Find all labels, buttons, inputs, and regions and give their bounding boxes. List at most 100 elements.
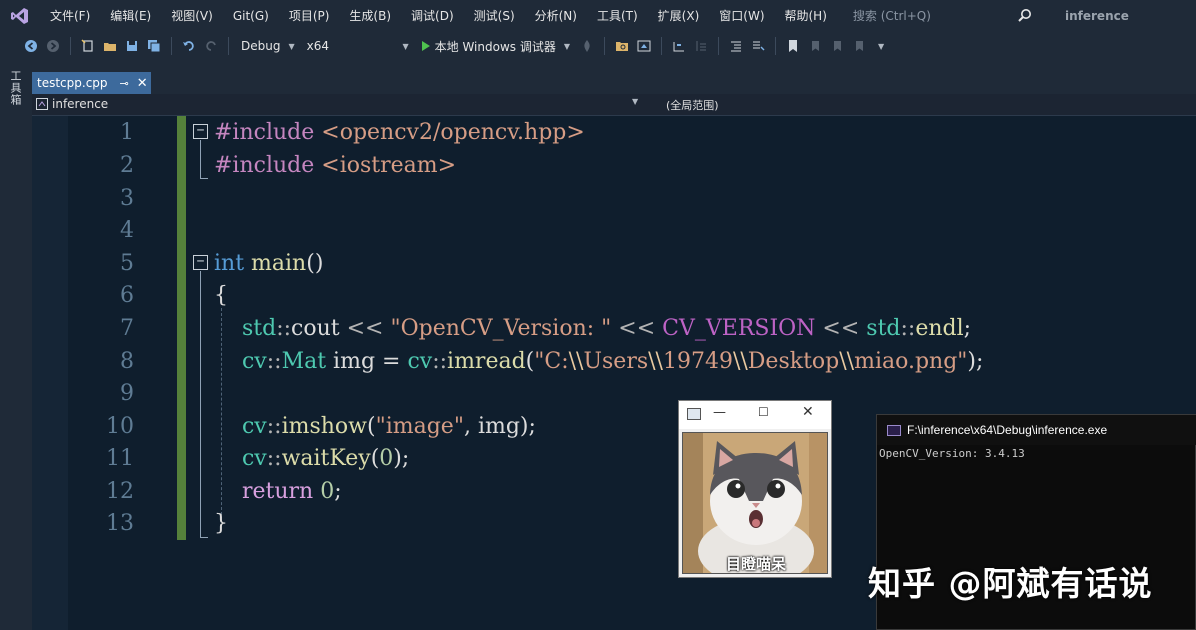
menu-build[interactable]: 生成(B): [339, 0, 401, 32]
close-icon[interactable]: ✕: [802, 404, 814, 420]
code-token: ;: [334, 479, 342, 504]
undo-icon[interactable]: [180, 37, 198, 55]
menu-extensions[interactable]: 扩展(X): [648, 0, 710, 32]
code-line-5: int main(): [214, 251, 323, 276]
menu-tools[interactable]: 工具(T): [587, 0, 648, 32]
indent-icon[interactable]: [727, 37, 745, 55]
code-token: miao.png": [854, 349, 968, 374]
toolbox-tab[interactable]: 工具箱: [9, 70, 23, 106]
code-token: Desktop: [747, 349, 840, 374]
fold-guide-line: [200, 140, 201, 178]
collapse-icon[interactable]: −: [193, 255, 208, 270]
maximize-icon[interactable]: ☐: [758, 405, 769, 419]
fold-guide-end: [200, 178, 208, 179]
save-icon[interactable]: [123, 37, 141, 55]
scope-dropdown[interactable]: (全局范围): [666, 97, 719, 113]
toolbar-overflow-icon[interactable]: ▼: [878, 42, 884, 51]
toolbar-separator: [774, 37, 776, 55]
clear-bookmarks-icon[interactable]: [850, 37, 868, 55]
menu-file[interactable]: 文件(F): [40, 0, 100, 32]
run-debugger-button[interactable]: 本地 Windows 调试器 ▼: [415, 36, 576, 56]
code-token: std: [866, 316, 901, 341]
platform-select[interactable]: x64 ▼: [301, 36, 415, 56]
image-window[interactable]: — ☐ ✕ 目瞪喵呆: [678, 400, 832, 578]
configuration-select[interactable]: Debug ▼: [235, 36, 301, 56]
next-bookmark-icon[interactable]: [828, 37, 846, 55]
code-line-12: return 0;: [214, 479, 342, 504]
menu-help[interactable]: 帮助(H): [775, 0, 837, 32]
menu-project[interactable]: 项目(P): [279, 0, 340, 32]
code-token: waitKey: [281, 446, 371, 471]
code-token: ::: [266, 349, 282, 374]
left-tool-strip: [0, 60, 32, 630]
configuration-value: Debug: [241, 39, 281, 53]
image-window-titlebar[interactable]: — ☐ ✕: [679, 401, 831, 429]
code-token: ::: [276, 316, 292, 341]
hot-reload-icon[interactable]: [578, 37, 596, 55]
code-token: <<: [815, 316, 867, 341]
menu-analyze[interactable]: 分析(N): [525, 0, 587, 32]
tab-testcpp[interactable]: testcpp.cpp ⊸ ✕: [32, 72, 151, 94]
code-line-7: std::cout << "OpenCV_Version: " << CV_VE…: [214, 316, 971, 341]
back-arrow-icon[interactable]: [22, 37, 40, 55]
open-folder-icon[interactable]: [101, 37, 119, 55]
line-number: 7: [120, 316, 134, 341]
bookmark-icon[interactable]: [784, 37, 802, 55]
code-token: \\: [732, 349, 748, 374]
redo-icon[interactable]: [202, 37, 220, 55]
play-icon: [421, 41, 430, 51]
search-icon[interactable]: [1016, 7, 1034, 25]
menu-git[interactable]: Git(G): [223, 0, 279, 32]
find-in-files-icon[interactable]: [613, 37, 631, 55]
cat-image: 目瞪喵呆: [682, 432, 828, 574]
project-icon: [36, 98, 48, 110]
chevron-down-icon[interactable]: ▼: [632, 97, 638, 106]
menu-test[interactable]: 测试(S): [464, 0, 525, 32]
code-token: ::: [266, 446, 282, 471]
forward-arrow-icon[interactable]: [44, 37, 62, 55]
code-token: "C:: [534, 349, 569, 374]
step-into-icon[interactable]: [670, 37, 688, 55]
code-token: <<: [611, 316, 663, 341]
search-input[interactable]: 搜索 (Ctrl+Q): [837, 0, 947, 32]
code-token: cv: [407, 349, 433, 374]
platform-value: x64: [306, 39, 329, 53]
line-number: 6: [120, 283, 134, 308]
solution-explorer-icon[interactable]: [635, 37, 653, 55]
pin-icon[interactable]: ⊸: [120, 77, 129, 90]
code-token: imshow: [281, 414, 367, 439]
line-number: 11: [106, 446, 134, 471]
code-token: "image": [375, 414, 464, 439]
code-token: {: [214, 283, 228, 308]
navigation-bar: inference ▼ (全局范围): [32, 94, 1196, 116]
menu-window[interactable]: 窗口(W): [709, 0, 774, 32]
code-token: Users: [583, 349, 649, 374]
step-over-icon[interactable]: [692, 37, 710, 55]
code-token: <iostream>: [314, 153, 457, 178]
visual-studio-logo-icon[interactable]: [0, 0, 40, 32]
code-token: , img);: [463, 414, 536, 439]
line-number: 5: [120, 251, 134, 276]
chevron-down-icon: ▼: [288, 41, 295, 51]
new-project-icon[interactable]: [79, 37, 97, 55]
menu-edit[interactable]: 编辑(E): [100, 0, 161, 32]
code-token: std: [241, 316, 277, 341]
collapse-icon[interactable]: −: [193, 124, 208, 139]
code-line-10: cv::imshow("image", img);: [214, 414, 536, 439]
menu-debug[interactable]: 调试(D): [401, 0, 464, 32]
minimize-icon[interactable]: —: [713, 405, 726, 420]
prev-bookmark-icon[interactable]: [806, 37, 824, 55]
project-dropdown[interactable]: inference: [36, 97, 108, 111]
menu-view[interactable]: 视图(V): [161, 0, 223, 32]
run-debugger-label: 本地 Windows 调试器: [434, 39, 556, 54]
close-icon[interactable]: ✕: [137, 76, 148, 91]
console-output: OpenCV_Version: 3.4.13: [879, 447, 1025, 460]
code-line-13: }: [214, 511, 228, 536]
save-all-icon[interactable]: [145, 37, 163, 55]
code-token: imread: [447, 349, 526, 374]
comment-icon[interactable]: [749, 37, 767, 55]
console-titlebar[interactable]: F:\inference\x64\Debug\inference.exe: [877, 415, 1196, 445]
document-tab-bar: testcpp.cpp ⊸ ✕: [32, 60, 1196, 94]
